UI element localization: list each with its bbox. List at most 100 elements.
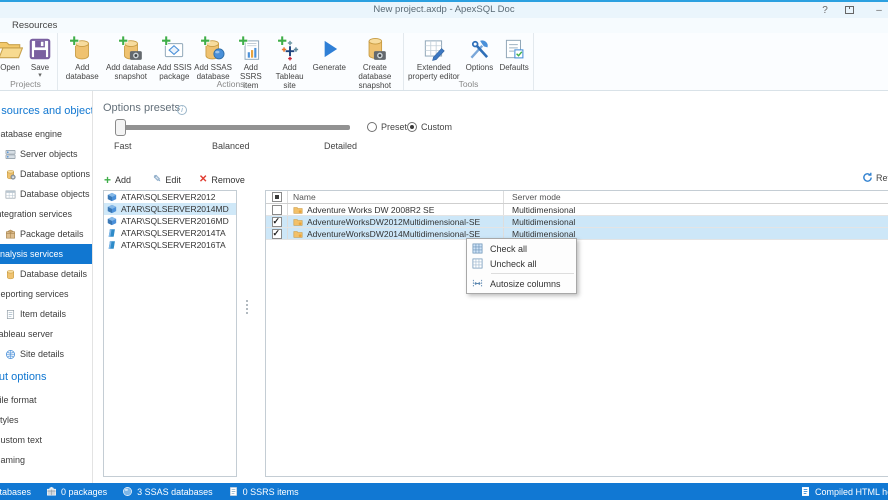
options-button[interactable]: Options bbox=[463, 34, 497, 72]
add-database-snapshot-button[interactable]: Add database snapshot bbox=[106, 34, 156, 81]
databases-table: Name Server mode Adventure Works DW 2008… bbox=[265, 190, 888, 477]
refresh-button[interactable]: Refresh bbox=[862, 172, 888, 183]
server-list: ATAR\SQLSERVER2012 ATAR\SQLSERVER2014MD … bbox=[103, 190, 237, 477]
ssas-cube-icon bbox=[107, 192, 117, 202]
add-database-snapshot-icon bbox=[117, 36, 144, 62]
sidebar-item-styles[interactable]: Styles bbox=[0, 410, 92, 430]
menu-item-autosize-columns[interactable]: Autosize columns bbox=[467, 276, 576, 291]
add-database-icon bbox=[69, 36, 95, 62]
minimize-button[interactable]: – bbox=[872, 5, 886, 16]
extended-property-editor-button[interactable]: Extended property editor bbox=[405, 34, 463, 81]
sidebar-item-reporting-services[interactable]: Reporting services bbox=[0, 284, 92, 304]
restore-button[interactable] bbox=[845, 6, 859, 14]
window-controls: ? – bbox=[818, 3, 886, 17]
radio-custom-circle bbox=[407, 122, 417, 132]
remove-server-button[interactable]: ✕ Remove bbox=[199, 175, 245, 186]
defaults-button[interactable]: Defaults bbox=[496, 34, 532, 72]
ribbon-group-tools: Extended property editor Options Default… bbox=[404, 33, 534, 90]
packages-count-icon bbox=[47, 486, 56, 496]
sidebar-item-server-objects[interactable]: Server objects bbox=[0, 144, 92, 164]
item-details-icon bbox=[6, 309, 15, 319]
table-row[interactable]: AdventureWorksDW2014Multidimensional-SE … bbox=[266, 228, 888, 240]
header-checkbox-indeterminate[interactable] bbox=[271, 192, 282, 202]
sidebar-item-package-details[interactable]: Package details bbox=[0, 224, 92, 244]
defaults-doc-icon bbox=[501, 36, 527, 62]
apexsql-doc-window: New project.axdp - ApexSQL Doc ? – Resou… bbox=[0, 0, 888, 500]
ribbon-group-actions: Add database Add database snapshot Add S… bbox=[58, 33, 404, 90]
menu-item-uncheck-all[interactable]: Uncheck all bbox=[467, 256, 576, 271]
sidebar-navigation: Data sources and objects Database engine… bbox=[0, 91, 93, 483]
title-bar: New project.axdp - ApexSQL Doc ? – bbox=[0, 0, 888, 18]
tab-resources[interactable]: Resources bbox=[12, 20, 57, 31]
sidebar-item-custom-text[interactable]: Custom text bbox=[0, 430, 92, 450]
server-row[interactable]: ATAR\SQLSERVER2012 bbox=[104, 191, 236, 203]
menu-item-check-all[interactable]: Check all bbox=[467, 241, 576, 256]
sidebar-item-database-engine[interactable]: Database engine bbox=[0, 124, 92, 144]
open-folder-icon bbox=[0, 36, 23, 62]
header-checkbox-cell[interactable] bbox=[266, 191, 288, 203]
add-ssis-package-button[interactable]: Add SSIS package bbox=[156, 34, 193, 81]
server-row[interactable]: ATAR\SQLSERVER2014MD bbox=[104, 203, 236, 215]
sidebar-header-output-options: Output options bbox=[0, 371, 47, 383]
sidebar-item-analysis-services[interactable]: Analysis services bbox=[0, 244, 92, 264]
status-ssrs-count: 0 SSRS items bbox=[228, 486, 299, 497]
splitter-grip-icon bbox=[246, 300, 248, 314]
site-details-icon bbox=[6, 349, 15, 359]
slider-label-balanced: Balanced bbox=[212, 141, 250, 151]
server-row[interactable]: ATAR\SQLSERVER2016TA bbox=[104, 239, 236, 251]
sidebar-item-database-options[interactable]: Database options bbox=[0, 164, 92, 184]
open-button[interactable]: Open bbox=[0, 34, 25, 72]
status-packages-count: 0 packages bbox=[46, 486, 107, 497]
column-header-name[interactable]: Name bbox=[288, 191, 504, 203]
server-row[interactable]: ATAR\SQLSERVER2014TA bbox=[104, 227, 236, 239]
options-presets-title: Options presets bbox=[103, 102, 181, 114]
table-row[interactable]: AdventureWorksDW2012Multidimensional-SE … bbox=[266, 216, 888, 228]
add-database-button[interactable]: Add database bbox=[59, 34, 106, 81]
row-checkbox-checked[interactable] bbox=[271, 216, 282, 227]
sidebar-item-item-details[interactable]: Item details bbox=[0, 304, 92, 324]
sidebar-item-naming[interactable]: Naming bbox=[0, 450, 92, 470]
add-ssas-database-button[interactable]: Add SSAS database bbox=[193, 34, 234, 81]
extended-property-editor-icon bbox=[421, 36, 447, 62]
table-header-row: Name Server mode bbox=[266, 191, 888, 204]
row-checkbox-unchecked[interactable] bbox=[271, 204, 282, 215]
row-checkbox-checked[interactable] bbox=[271, 228, 282, 239]
sidebar-item-file-format[interactable]: File format bbox=[0, 390, 92, 410]
status-output-format: Compiled HTML help file (.chm) bbox=[800, 483, 888, 500]
ribbon: Open Save ▾ Projects Add database Add da… bbox=[0, 33, 888, 91]
server-row[interactable]: ATAR\SQLSERVER2016MD bbox=[104, 215, 236, 227]
add-server-button[interactable]: + Add bbox=[104, 174, 131, 186]
group-label-tools: Tools bbox=[458, 79, 479, 89]
table-row[interactable]: Adventure Works DW 2008R2 SE Multidimens… bbox=[266, 204, 888, 216]
generate-button[interactable]: Generate bbox=[311, 34, 348, 72]
add-ssas-database-icon bbox=[200, 36, 226, 62]
panel-splitter[interactable] bbox=[239, 190, 264, 477]
presets-slider-handle[interactable] bbox=[115, 119, 126, 136]
database-folder-icon bbox=[293, 230, 303, 238]
status-bar: 0 databases 0 packages 3 SSAS databases … bbox=[0, 483, 888, 500]
add-ssis-package-icon bbox=[161, 36, 187, 62]
slider-label-fast: Fast bbox=[114, 141, 132, 151]
edit-server-button[interactable]: ✎ Edit bbox=[153, 175, 181, 186]
radio-custom[interactable]: Custom bbox=[407, 122, 452, 132]
window-title: New project.axdp - ApexSQL Doc bbox=[373, 4, 515, 15]
sidebar-item-database-details[interactable]: Database details bbox=[0, 264, 92, 284]
package-details-icon bbox=[6, 229, 15, 238]
help-button[interactable]: ? bbox=[818, 5, 832, 16]
save-button[interactable]: Save ▾ bbox=[25, 34, 55, 79]
info-icon: i bbox=[177, 105, 187, 115]
uncheck-all-grid-icon bbox=[472, 258, 483, 269]
database-objects-icon bbox=[5, 190, 16, 198]
status-databases-count: 0 databases bbox=[0, 486, 32, 497]
radio-preset-circle bbox=[367, 122, 377, 132]
presets-slider[interactable] bbox=[115, 119, 350, 136]
column-header-server-mode[interactable]: Server mode bbox=[504, 191, 888, 203]
sidebar-item-database-objects[interactable]: Database objects bbox=[0, 184, 92, 204]
database-folder-icon bbox=[293, 206, 303, 214]
sidebar-item-tableau-server[interactable]: Tableau server bbox=[0, 324, 92, 344]
ssas-cube-icon bbox=[107, 216, 117, 226]
tableau-site-icon bbox=[108, 229, 115, 237]
sidebar-item-site-details[interactable]: Site details bbox=[0, 344, 92, 364]
radio-preset[interactable]: Preset bbox=[367, 122, 407, 132]
sidebar-item-integration-services[interactable]: Integration services bbox=[0, 204, 92, 224]
